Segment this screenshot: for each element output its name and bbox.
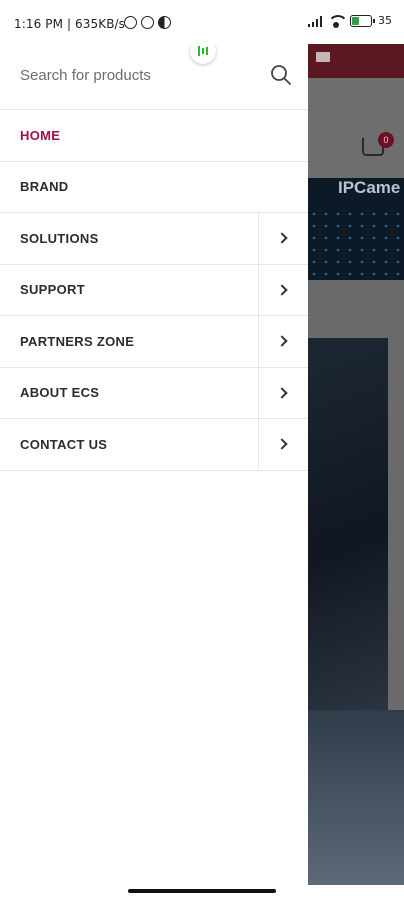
- alarm-icon: [124, 16, 137, 29]
- background-header: 0: [308, 78, 404, 178]
- expand-submenu-button[interactable]: [258, 213, 308, 264]
- banner-pattern: [308, 208, 404, 280]
- menu-item-label: SUPPORT: [20, 282, 85, 298]
- search-input[interactable]: [20, 64, 260, 86]
- menu-item-label: HOME: [20, 127, 61, 143]
- whatsapp-icon: [141, 16, 154, 29]
- background-page-overlay[interactable]: 0 IPCame: [308, 40, 404, 885]
- background-section: [308, 280, 404, 338]
- chevron-right-icon: [275, 387, 288, 399]
- menu-item-label: PARTNERS ZONE: [20, 333, 135, 349]
- menu-item-brand[interactable]: BRAND: [0, 162, 308, 213]
- cart-count-badge: 0: [378, 132, 394, 148]
- data-saver-icon: [158, 16, 171, 29]
- expand-submenu-button[interactable]: [258, 367, 308, 418]
- battery-icon: [350, 14, 375, 27]
- background-banner: IPCame: [308, 178, 404, 280]
- menu-item-label: CONTACT US: [20, 436, 108, 452]
- menu-item-label: BRAND: [20, 179, 69, 195]
- menu-item-support[interactable]: SUPPORT: [0, 264, 308, 316]
- menu-item-contact-us[interactable]: CONTACT US: [0, 419, 308, 471]
- menu-item-label: SOLUTIONS: [20, 230, 99, 246]
- background-top-bar: [308, 40, 404, 78]
- banner-text: IPCame: [338, 178, 401, 197]
- menu-item-about-ecs[interactable]: ABOUT ECS: [0, 367, 308, 419]
- status-time: 1:16 PM | 635KB/s: [14, 17, 126, 31]
- drawer-menu: HOME BRAND SOLUTIONS SUPPORT PARTNERS ZO…: [0, 110, 308, 471]
- status-system-icons: 35: [308, 14, 392, 28]
- background-photo-lower: [308, 710, 404, 885]
- home-indicator[interactable]: [128, 889, 276, 893]
- status-notification-icons: [124, 16, 171, 29]
- menu-item-solutions[interactable]: SOLUTIONS: [0, 213, 308, 265]
- chevron-right-icon: [275, 335, 288, 347]
- search-row: [0, 40, 308, 110]
- chevron-right-icon: [275, 284, 288, 296]
- mail-icon: [316, 52, 330, 62]
- battery-percent: 35: [378, 14, 392, 27]
- background-side-strip: [388, 338, 404, 710]
- expand-submenu-button[interactable]: [258, 419, 308, 470]
- expand-submenu-button[interactable]: [258, 264, 308, 315]
- menu-item-home[interactable]: HOME: [0, 110, 308, 162]
- menu-item-label: ABOUT ECS: [20, 385, 100, 401]
- navigation-drawer: HOME BRAND SOLUTIONS SUPPORT PARTNERS ZO…: [0, 38, 308, 885]
- chevron-right-icon: [275, 438, 288, 450]
- expand-submenu-button[interactable]: [258, 316, 308, 367]
- wifi-icon: [328, 14, 348, 28]
- search-icon[interactable]: [270, 64, 292, 86]
- background-photo: [308, 338, 388, 710]
- chevron-right-icon: [275, 232, 288, 244]
- menu-item-partners-zone[interactable]: PARTNERS ZONE: [0, 316, 308, 368]
- signal-icon: [308, 15, 322, 27]
- status-bar: 1:16 PM | 635KB/s 35: [0, 0, 404, 44]
